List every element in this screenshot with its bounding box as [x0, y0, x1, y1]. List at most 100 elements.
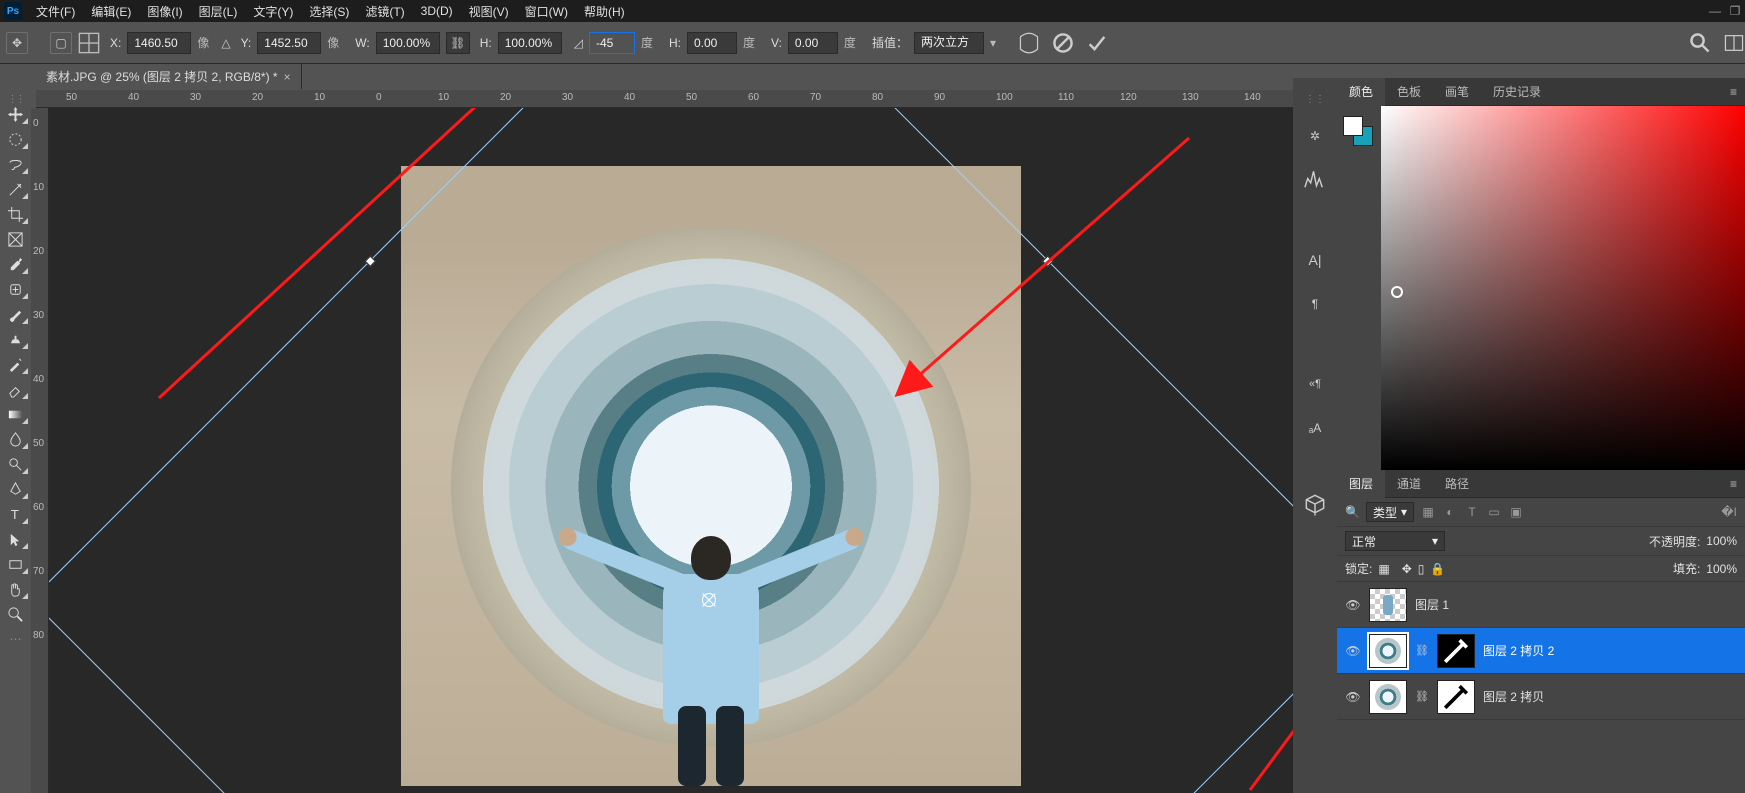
lock-move-icon[interactable]: ✥: [1402, 562, 1412, 576]
menu-3d[interactable]: 3D(D): [413, 4, 461, 18]
layer-row[interactable]: 👁 ⛓ 图层 2 拷贝: [1337, 674, 1745, 720]
layer-thumbnail[interactable]: [1369, 588, 1407, 622]
panel-menu-icon[interactable]: ≡: [1722, 85, 1745, 99]
menu-filter[interactable]: 滤镜(T): [357, 3, 412, 20]
layer-mask-thumbnail[interactable]: [1437, 680, 1475, 714]
filter-kind-select[interactable]: 类型▾: [1366, 502, 1414, 522]
marquee-tool[interactable]: [3, 128, 29, 150]
menu-window[interactable]: 窗口(W): [517, 3, 576, 20]
brightness-panel-icon[interactable]: ✲: [1302, 123, 1328, 149]
visibility-icon[interactable]: 👁: [1345, 690, 1361, 704]
tab-channels[interactable]: 通道: [1385, 470, 1433, 498]
layer-mask-thumbnail[interactable]: [1437, 634, 1475, 668]
menu-view[interactable]: 视图(V): [461, 3, 517, 20]
chevron-down-icon[interactable]: ▾: [990, 36, 1006, 50]
angle-input[interactable]: [589, 32, 635, 54]
zoom-tool[interactable]: [3, 603, 29, 625]
glyphs-panel-icon[interactable]: «¶: [1302, 371, 1328, 397]
fg-color-swatch[interactable]: [1343, 116, 1363, 136]
visibility-icon[interactable]: 👁: [1345, 598, 1361, 612]
transform-handle[interactable]: [365, 256, 376, 267]
canvas-image[interactable]: [401, 166, 1021, 786]
transform-mode-icon[interactable]: ✥: [6, 32, 28, 54]
tab-brushes[interactable]: 画笔: [1433, 78, 1481, 106]
skew-v-input[interactable]: [788, 32, 838, 54]
filter-smart-icon[interactable]: ▣: [1508, 504, 1524, 520]
lasso-tool[interactable]: [3, 153, 29, 175]
search-icon[interactable]: 🔍: [1345, 505, 1360, 519]
tab-history[interactable]: 历史记录: [1481, 78, 1553, 106]
x-input[interactable]: [127, 32, 191, 54]
color-picker-field[interactable]: [1381, 106, 1745, 470]
histogram-panel-icon[interactable]: [1302, 167, 1328, 193]
skew-h-input[interactable]: [687, 32, 737, 54]
menu-select[interactable]: 选择(S): [301, 3, 357, 20]
hand-tool[interactable]: [3, 578, 29, 600]
blend-mode-select[interactable]: 正常▾: [1345, 531, 1445, 551]
layer-thumbnail[interactable]: [1369, 680, 1407, 714]
mask-link-icon[interactable]: ⛓: [1415, 690, 1429, 703]
edit-toolbar-icon[interactable]: ⋯: [3, 628, 29, 650]
paragraph-panel-icon[interactable]: ¶: [1302, 291, 1328, 317]
character-panel-icon[interactable]: A|: [1302, 247, 1328, 273]
link-wh-icon[interactable]: ⛓: [446, 32, 470, 54]
clone-stamp-tool[interactable]: [3, 328, 29, 350]
crop-tool[interactable]: [3, 203, 29, 225]
menu-type[interactable]: 文字(Y): [245, 3, 301, 20]
layer-name[interactable]: 图层 2 拷贝 2: [1483, 642, 1554, 659]
tab-swatches[interactable]: 色板: [1385, 78, 1433, 106]
menu-file[interactable]: 文件(F): [28, 3, 83, 20]
layer-thumbnail[interactable]: [1369, 634, 1407, 668]
layer-name[interactable]: 图层 1: [1415, 596, 1449, 613]
filter-toggle-icon[interactable]: �ǀ: [1721, 504, 1737, 520]
color-picker-cursor[interactable]: [1391, 286, 1403, 298]
close-icon[interactable]: ×: [284, 70, 291, 84]
cancel-icon[interactable]: [1052, 32, 1074, 54]
strip-grip[interactable]: ⋮⋮: [1305, 94, 1325, 105]
visibility-icon[interactable]: 👁: [1345, 644, 1361, 658]
mask-link-icon[interactable]: ⛓: [1415, 644, 1429, 657]
rectangle-tool[interactable]: [3, 553, 29, 575]
tab-color[interactable]: 颜色: [1337, 78, 1385, 106]
fill-value[interactable]: 100%: [1706, 562, 1737, 576]
brush-tool[interactable]: [3, 303, 29, 325]
transform-handle[interactable]: [1042, 256, 1053, 267]
history-brush-tool[interactable]: [3, 353, 29, 375]
window-minimize-icon[interactable]: —: [1705, 4, 1725, 18]
reference-grid-icon[interactable]: [78, 32, 100, 54]
h-input[interactable]: [498, 32, 562, 54]
menu-help[interactable]: 帮助(H): [576, 3, 633, 20]
arrange-docs-icon[interactable]: [1723, 32, 1745, 54]
reference-point-icon[interactable]: ▢: [50, 32, 72, 54]
path-select-tool[interactable]: [3, 528, 29, 550]
type-tool[interactable]: T: [3, 503, 29, 525]
layer-name[interactable]: 图层 2 拷贝: [1483, 688, 1544, 705]
w-input[interactable]: [376, 32, 440, 54]
filter-pixel-icon[interactable]: ▦: [1420, 504, 1436, 520]
interp-select[interactable]: 两次立方: [914, 32, 984, 54]
eyedropper-tool[interactable]: [3, 253, 29, 275]
lock-artboard-icon[interactable]: ▯: [1418, 562, 1425, 576]
window-maximize-icon[interactable]: ❐: [1725, 4, 1745, 18]
filter-adjust-icon[interactable]: ◐: [1442, 504, 1458, 520]
tab-paths[interactable]: 路径: [1433, 470, 1481, 498]
commit-icon[interactable]: [1086, 32, 1108, 54]
y-input[interactable]: [257, 32, 321, 54]
tools-grip[interactable]: [4, 94, 28, 100]
filter-type-icon[interactable]: T: [1464, 504, 1480, 520]
fg-bg-swatch[interactable]: [1343, 116, 1373, 146]
search-icon[interactable]: [1689, 32, 1711, 54]
eraser-tool[interactable]: [3, 378, 29, 400]
ruler-horizontal[interactable]: 50 40 30 20 10 0 10 20 30 40 50 60 70 80…: [36, 90, 1293, 108]
3d-panel-icon[interactable]: [1302, 491, 1328, 517]
pen-tool[interactable]: [3, 478, 29, 500]
warp-icon[interactable]: [1018, 32, 1040, 54]
ruler-vertical[interactable]: 0 10 20 30 40 50 60 70 80: [31, 108, 49, 793]
tab-layers[interactable]: 图层: [1337, 470, 1385, 498]
menu-layer[interactable]: 图层(L): [191, 3, 246, 20]
lock-pixels-icon[interactable]: ▦: [1378, 562, 1389, 576]
panel-menu-icon[interactable]: ≡: [1722, 477, 1745, 491]
layer-row[interactable]: 👁 图层 1: [1337, 582, 1745, 628]
magic-wand-tool[interactable]: [3, 178, 29, 200]
char-styles-panel-icon[interactable]: ₐA: [1302, 415, 1328, 441]
